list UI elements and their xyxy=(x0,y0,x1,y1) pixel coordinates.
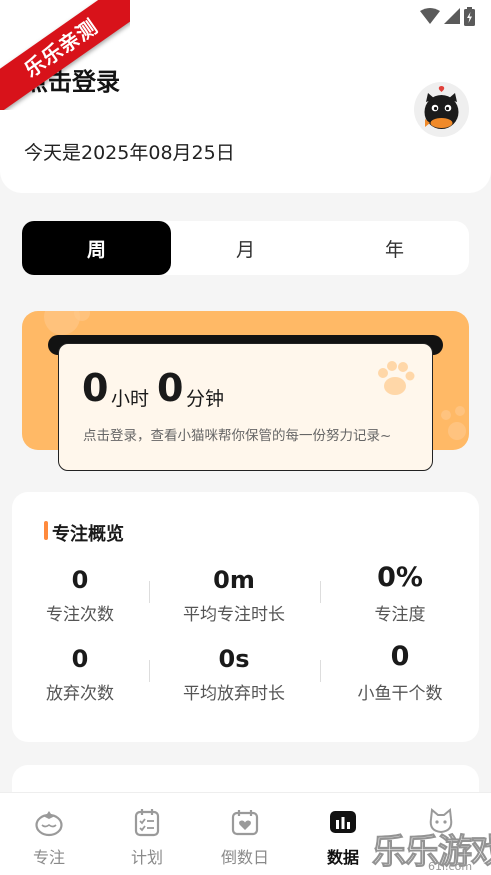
stat-avg-focus-label: 平均专注时长 xyxy=(183,605,285,625)
login-hint-text: 点击登录，查看小猫咪帮你保管的每一份努力记录~ xyxy=(83,428,392,444)
tab-week[interactable]: 周 xyxy=(22,221,171,275)
promo-ribbon: 乐乐亲测 xyxy=(0,0,130,110)
stat-avg-giveup-value: 0s xyxy=(218,645,250,673)
stat-focus-count-label: 专注次数 xyxy=(46,605,114,625)
stat-giveup-count-label: 放弃次数 xyxy=(46,684,114,704)
focus-hours-unit: 小时 xyxy=(111,388,150,410)
focus-minutes-value: 0 xyxy=(157,366,184,410)
stat-fish-count-value: 0 xyxy=(390,641,410,672)
paw-icon xyxy=(378,361,415,395)
nav-focus-label: 专注 xyxy=(32,848,65,867)
stat-focus-count-value: 0 xyxy=(71,566,89,594)
status-icons xyxy=(420,6,475,26)
tab-year[interactable]: 年 xyxy=(320,221,469,275)
signal-icon xyxy=(444,8,460,24)
stat-divider xyxy=(149,581,150,603)
period-segmented-control: 周 月 年 xyxy=(22,221,469,275)
ribbon-text: 乐乐亲测 xyxy=(0,0,130,110)
wifi-icon xyxy=(420,8,440,24)
today-date-text: 今天是2025年08月25日 xyxy=(24,142,235,164)
tomato-icon xyxy=(35,811,63,837)
bar-chart-icon xyxy=(330,811,356,833)
focus-minutes-unit: 分钟 xyxy=(186,388,225,410)
nav-plan-label: 计划 xyxy=(130,848,163,867)
stat-giveup-count-value: 0 xyxy=(71,645,89,673)
black-cat-avatar-icon xyxy=(424,86,459,129)
nav-countdown-label: 倒数日 xyxy=(220,848,269,867)
heart-calendar-icon xyxy=(231,810,259,836)
overview-title: 专注概览 xyxy=(52,524,124,545)
nav-focus[interactable]: 专注 xyxy=(0,793,98,875)
nav-plan[interactable]: 计划 xyxy=(98,793,196,875)
stat-avg-focus-value: 0m xyxy=(213,566,255,594)
stat-avg-giveup-label: 平均放弃时长 xyxy=(183,684,285,704)
stat-focus-degree-value: 0% xyxy=(377,562,423,593)
battery-charging-icon xyxy=(464,6,475,26)
tab-month[interactable]: 月 xyxy=(171,221,320,275)
section-title-marker xyxy=(44,521,48,540)
stat-divider xyxy=(149,660,150,682)
avatar[interactable] xyxy=(414,82,469,137)
stat-focus-degree-label: 专注度 xyxy=(374,605,426,625)
checklist-calendar-icon xyxy=(134,809,160,837)
focus-hours-value: 0 xyxy=(82,366,109,410)
watermark-url: 61l.com xyxy=(428,860,473,873)
nav-countdown[interactable]: 倒数日 xyxy=(196,793,294,875)
stat-fish-count-label: 小鱼干个数 xyxy=(357,684,443,704)
